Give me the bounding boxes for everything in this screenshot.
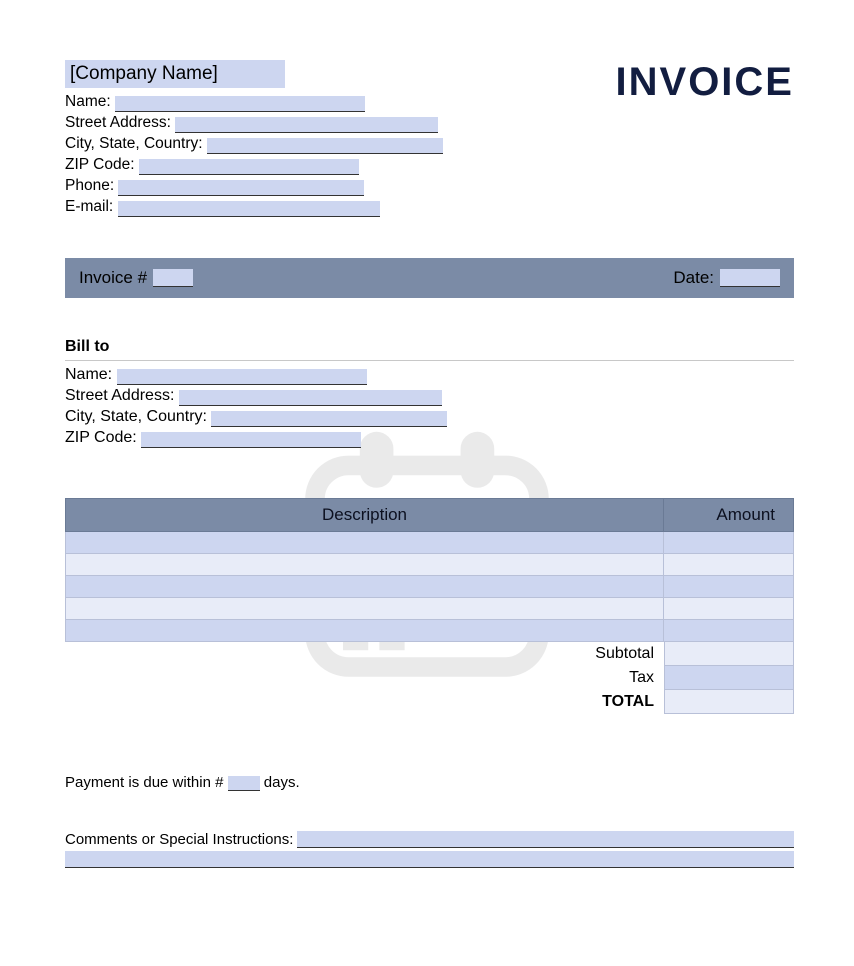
company-phone-label: Phone: <box>65 177 114 194</box>
description-cell[interactable] <box>66 576 664 598</box>
comments-input-line2[interactable] <box>65 851 794 868</box>
bill-to-divider <box>65 360 794 361</box>
table-row <box>66 620 794 642</box>
company-info-block: [Company Name] Name: Street Address: Cit… <box>65 60 443 218</box>
comments-label: Comments or Special Instructions: <box>65 831 293 848</box>
total-label: TOTAL <box>534 693 664 711</box>
payment-days-input[interactable] <box>228 776 260 791</box>
amount-cell[interactable] <box>664 532 794 554</box>
billto-name-input[interactable] <box>117 369 367 385</box>
table-row <box>66 554 794 576</box>
table-row <box>66 532 794 554</box>
company-street-label: Street Address: <box>65 114 171 131</box>
bill-to-title: Bill to <box>65 338 794 356</box>
description-cell[interactable] <box>66 598 664 620</box>
billto-city-input[interactable] <box>211 411 447 427</box>
invoice-date-input[interactable] <box>720 269 780 287</box>
subtotal-label: Subtotal <box>534 645 664 663</box>
invoice-header: [Company Name] Name: Street Address: Cit… <box>65 60 794 218</box>
invoice-date-label: Date: <box>673 268 714 288</box>
company-email-label: E-mail: <box>65 198 113 215</box>
bill-to-section: Bill to Name: Street Address: City, Stat… <box>65 338 794 448</box>
billto-street-label: Street Address: <box>65 387 174 404</box>
description-column-header: Description <box>66 499 664 532</box>
invoice-number-input[interactable] <box>153 269 193 287</box>
description-cell[interactable] <box>66 532 664 554</box>
comments-input-line1[interactable] <box>297 831 794 848</box>
tax-label: Tax <box>534 669 664 687</box>
description-cell[interactable] <box>66 554 664 576</box>
amount-cell[interactable] <box>664 598 794 620</box>
invoice-number-label: Invoice # <box>79 268 147 288</box>
company-zip-input[interactable] <box>139 159 359 175</box>
billto-city-label: City, State, Country: <box>65 408 207 425</box>
billto-zip-input[interactable] <box>141 432 361 448</box>
table-row <box>66 598 794 620</box>
company-name-label: Name: <box>65 93 111 110</box>
company-phone-input[interactable] <box>118 180 364 196</box>
subtotal-value[interactable] <box>664 642 794 666</box>
table-row <box>66 576 794 598</box>
company-zip-label: ZIP Code: <box>65 156 135 173</box>
invoice-info-bar: Invoice # Date: <box>65 258 794 298</box>
payment-suffix: days. <box>264 774 300 791</box>
total-value[interactable] <box>664 690 794 714</box>
company-city-label: City, State, Country: <box>65 135 203 152</box>
billto-zip-label: ZIP Code: <box>65 429 137 446</box>
amount-column-header: Amount <box>664 499 794 532</box>
company-name-field[interactable]: [Company Name] <box>65 60 285 88</box>
totals-section: Subtotal Tax TOTAL <box>65 642 794 714</box>
company-name-input[interactable] <box>115 96 365 112</box>
billto-street-input[interactable] <box>179 390 442 406</box>
amount-cell[interactable] <box>664 620 794 642</box>
line-items-table: Description Amount <box>65 498 794 642</box>
invoice-title: INVOICE <box>616 60 794 105</box>
description-cell[interactable] <box>66 620 664 642</box>
comments-section: Comments or Special Instructions: <box>65 831 794 868</box>
payment-terms: Payment is due within # days. <box>65 774 794 791</box>
company-email-input[interactable] <box>118 201 380 217</box>
amount-cell[interactable] <box>664 554 794 576</box>
tax-value[interactable] <box>664 666 794 690</box>
billto-name-label: Name: <box>65 366 112 383</box>
company-street-input[interactable] <box>175 117 438 133</box>
payment-prefix: Payment is due within # <box>65 774 223 791</box>
company-city-input[interactable] <box>207 138 443 154</box>
amount-cell[interactable] <box>664 576 794 598</box>
